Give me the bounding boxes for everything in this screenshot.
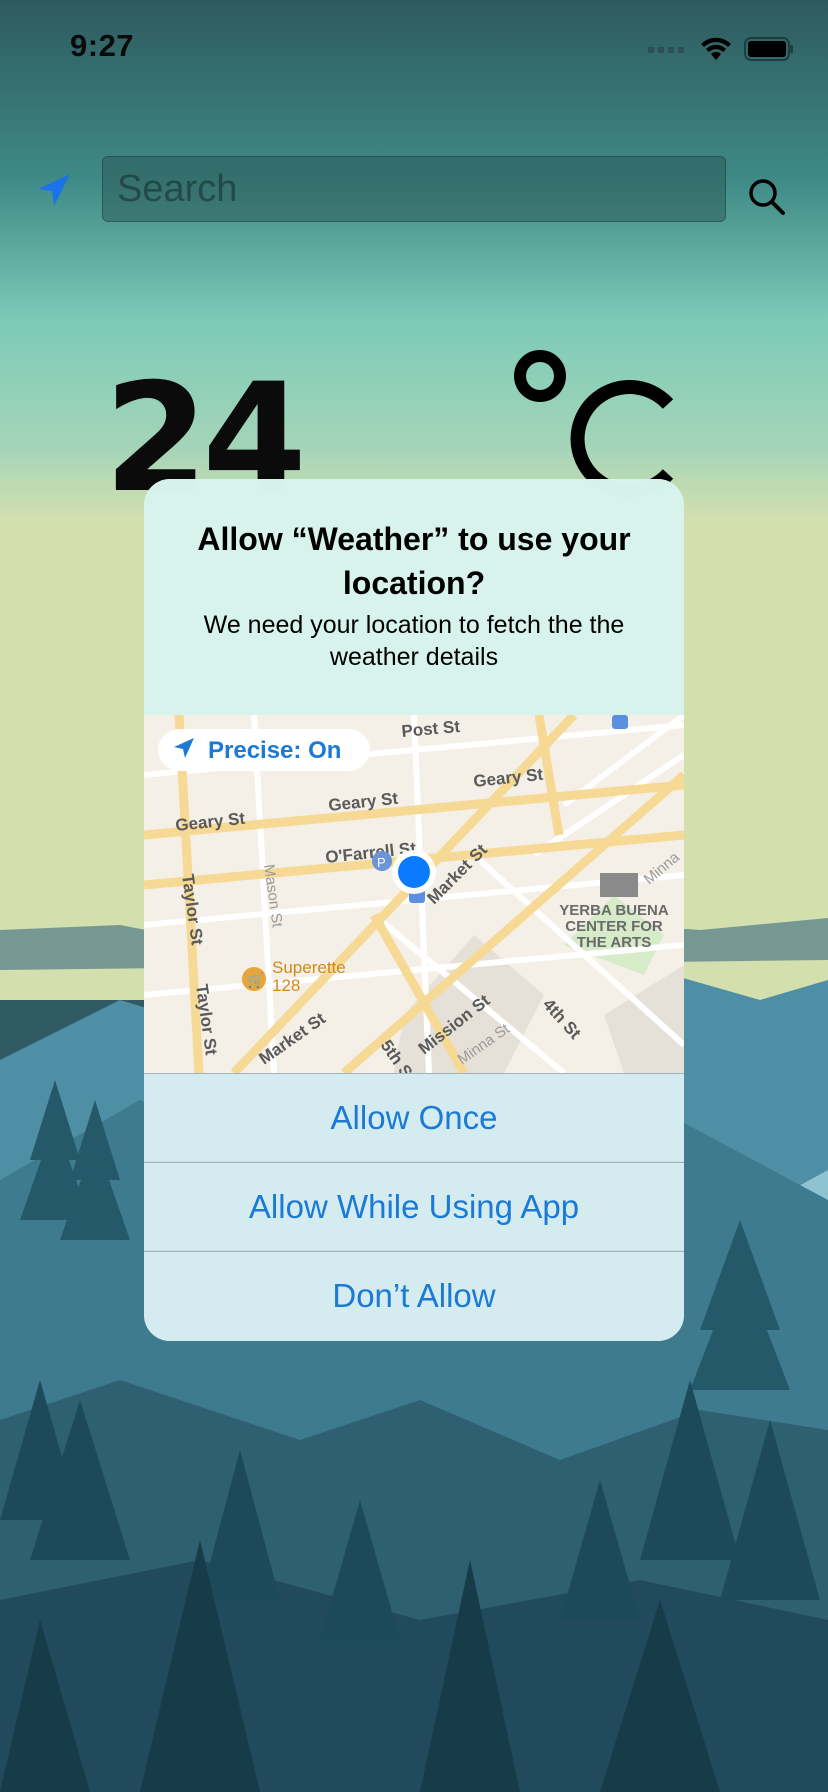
search-input[interactable]: Search [102, 156, 726, 222]
map-label-yerba-2: CENTER FOR [565, 918, 663, 935]
user-location-dot [398, 856, 430, 888]
wifi-icon [701, 37, 731, 60]
search-icon[interactable] [746, 176, 788, 218]
dialog-message: We need your location to fetch the the w… [203, 611, 625, 671]
map-label-yerba-1: YERBA BUENA [559, 902, 669, 919]
building-icon [600, 873, 638, 897]
map-label-superette-num: 128 [272, 976, 300, 995]
map-label-yerba-3: THE ARTS [577, 934, 651, 951]
status-time: 9:27 [70, 28, 135, 63]
allow-once-button[interactable]: Allow Once [144, 1073, 684, 1161]
cellular-signal-icon [648, 47, 684, 53]
cart-icon: 🛒 [247, 972, 264, 989]
dont-allow-button[interactable]: Don’t Allow [144, 1251, 684, 1341]
location-map[interactable]: Post St Geary St Geary St Geary St O'Far… [144, 715, 684, 1073]
current-location-icon[interactable] [30, 168, 76, 214]
precise-label: Precise: On [208, 737, 341, 764]
map-label-parking: P [377, 855, 386, 870]
status-icons [648, 34, 794, 64]
map-label-superette: Superette [272, 958, 346, 977]
transit-icon [612, 715, 628, 729]
dialog-title: Allow “Weather” to use your location? [197, 521, 631, 601]
battery-icon [744, 37, 793, 61]
allow-while-using-button[interactable]: Allow While Using App [144, 1162, 684, 1250]
location-permission-dialog: Allow “Weather” to use your location? We… [144, 479, 684, 1341]
